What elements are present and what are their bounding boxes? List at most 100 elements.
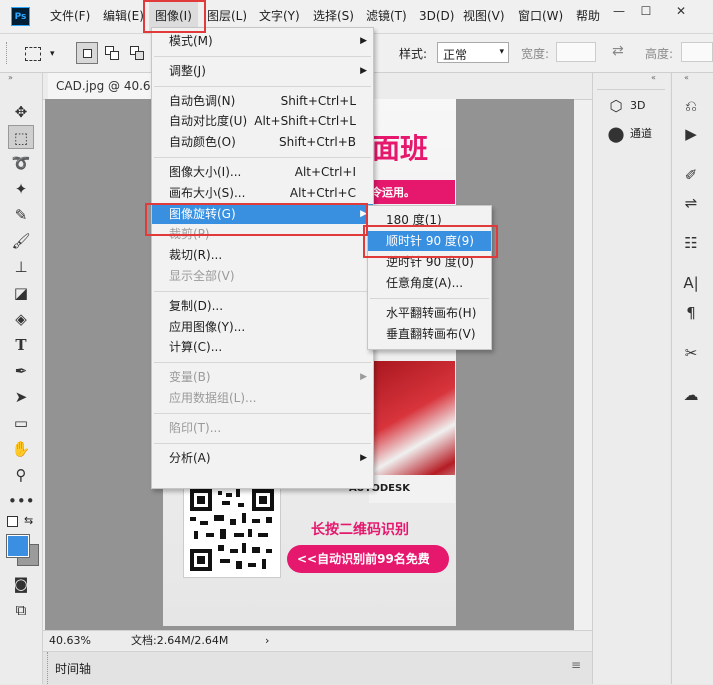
poster-pill-label: <<自动识别前99名免费 (297, 552, 430, 566)
image-menu-item[interactable]: 图像旋转(G) ▶ (152, 203, 373, 224)
image-menu-item[interactable]: 自动色调(N) Shift+Ctrl+L (152, 91, 373, 111)
type-tool-icon[interactable]: T (8, 333, 34, 357)
rotate-submenu-item[interactable]: 垂直翻转画布(V) (368, 324, 491, 344)
add-selection-button[interactable] (101, 42, 123, 64)
maximize-icon[interactable]: ☐ (633, 4, 659, 18)
menu-item-label: 应用数据组(L)... (169, 391, 257, 405)
rotate-submenu-item[interactable]: 180 度(1) (368, 210, 491, 230)
menu-separator (154, 290, 371, 292)
rotate-submenu-item[interactable]: 逆时针 90 度(0) (368, 252, 491, 272)
chevron-down-icon[interactable]: ▾ (50, 49, 55, 59)
menu-item-label: 顺时针 90 度(9) (386, 234, 474, 248)
properties-icon[interactable]: ☷ (680, 231, 702, 255)
marquee-tool-icon[interactable]: ⬚ (8, 125, 34, 149)
pen-tool-icon[interactable]: ✒ (8, 359, 34, 383)
brush-settings-icon[interactable]: ✐ (680, 163, 702, 187)
style-select[interactable]: 正常 ▾ (437, 42, 509, 63)
image-menu-item[interactable]: 自动对比度(U) Alt+Shift+Ctrl+L (152, 111, 373, 131)
magic-wand-icon[interactable]: ✦ (8, 177, 34, 201)
width-label: 宽度: (521, 47, 550, 61)
panel-dock-1: « ⬡ 3D ⬤ 通道 (592, 73, 670, 684)
height-input[interactable] (681, 42, 713, 62)
width-input[interactable] (556, 42, 596, 62)
eraser-tool-icon[interactable]: ◪ (8, 281, 34, 305)
subtract-selection-button[interactable] (126, 42, 148, 64)
menu-item-label: 图像大小(I)... (169, 165, 242, 179)
screen-mode-icon[interactable]: ⧉ (8, 598, 34, 622)
menu-item-label: 180 度(1) (386, 213, 442, 227)
minimize-icon[interactable]: — (606, 4, 632, 18)
collapse-icon[interactable]: « (651, 73, 656, 82)
style-label: 样式: (399, 47, 428, 61)
timeline-label[interactable]: 时间轴 (55, 660, 91, 677)
paragraph-icon[interactable]: ¶ (680, 301, 702, 325)
image-menu-item[interactable]: 模式(M) ▶ (152, 31, 373, 51)
rotate-submenu-item[interactable]: 顺时针 90 度(9) (368, 231, 491, 251)
cube-icon[interactable]: ⬡ (605, 94, 627, 118)
poster-cta: 长按二维码识别 (311, 522, 409, 538)
marquee-preset-icon[interactable] (22, 42, 44, 64)
rectangle-tool-icon[interactable]: ▭ (8, 411, 34, 435)
status-arrow-icon[interactable]: › (265, 631, 269, 650)
history-icon[interactable]: ⎌ (680, 94, 702, 118)
creative-cloud-icon[interactable]: ☁ (680, 383, 702, 407)
document-tab-title: CAD.jpg @ 40.6% (56, 79, 162, 93)
panel-menu-icon[interactable]: ≡ (571, 658, 581, 672)
collapse-icon[interactable]: » (8, 73, 13, 82)
eyedropper-icon[interactable]: ✎ (8, 203, 34, 227)
image-menu-item[interactable]: 应用图像(Y)... (152, 317, 373, 337)
image-menu-item[interactable]: 画布大小(S)... Alt+Ctrl+C (152, 183, 373, 203)
channels-icon[interactable]: ⬤ (605, 122, 627, 146)
path-select-icon[interactable]: ➤ (8, 385, 34, 409)
swap-colors-icon[interactable]: ⇆ (24, 514, 33, 527)
image-menu-item[interactable]: 调整(J) ▶ (152, 61, 373, 81)
image-menu-item[interactable]: 分析(A) ▶ (152, 448, 373, 468)
panel-3d-label[interactable]: 3D (630, 94, 645, 118)
menu-separator (154, 362, 371, 364)
adjustments-icon[interactable]: ⇌ (680, 191, 702, 215)
image-menu-item[interactable]: 自动颜色(O) Shift+Ctrl+B (152, 132, 373, 152)
photoshop-logo-icon: Ps (11, 7, 30, 26)
foreground-color-swatch[interactable] (6, 534, 30, 558)
menu-window[interactable]: 窗口(W) (512, 0, 569, 33)
zoom-level[interactable]: 40.63% (49, 631, 91, 650)
default-colors-icon[interactable] (7, 516, 18, 527)
rotate-submenu-item[interactable]: 水平翻转画布(H) (368, 303, 491, 323)
menu-item-label: 自动色调(N) (169, 93, 236, 108)
image-menu-item[interactable]: 计算(C)... (152, 337, 373, 357)
menu-item-label: 计算(C)... (169, 340, 223, 355)
close-icon[interactable]: ✕ (668, 4, 694, 18)
menu-item-label: 模式(M) (169, 34, 213, 48)
hand-tool-icon[interactable]: ✋ (8, 437, 34, 461)
image-menu-item[interactable]: 复制(D)... (152, 296, 373, 316)
menu-3d[interactable]: 3D(D) (413, 0, 460, 33)
play-actions-icon[interactable]: ▶ (680, 122, 702, 146)
submenu-arrow-icon: ▶ (360, 208, 367, 219)
menu-file[interactable]: 文件(F) (44, 0, 96, 33)
menu-view[interactable]: 视图(V) (457, 0, 511, 33)
new-selection-button[interactable] (76, 42, 98, 64)
menu-item-label: 调整(J) (169, 63, 206, 78)
image-menu-item[interactable]: 裁切(R)... (152, 245, 373, 265)
more-tools-icon[interactable]: ••• (8, 489, 35, 513)
menu-help[interactable]: 帮助 (570, 0, 606, 33)
zoom-tool-icon[interactable]: ⚲ (8, 463, 34, 487)
tools-icon[interactable]: ✂ (680, 341, 702, 365)
move-tool-icon[interactable]: ✥ (8, 100, 34, 124)
paint-bucket-icon[interactable]: ◈ (8, 307, 34, 331)
brush-tool-icon[interactable]: 🖌 (8, 229, 34, 253)
quick-mask-icon[interactable]: ◙ (8, 572, 34, 596)
swap-arrows-icon[interactable]: ⇄ (612, 43, 624, 59)
menu-item-label: 任意角度(A)... (386, 276, 464, 290)
rotate-submenu-item[interactable]: 任意角度(A)... (368, 273, 491, 293)
menu-item-label: 水平翻转画布(H) (386, 306, 477, 320)
stamp-tool-icon[interactable]: ⊥ (8, 255, 34, 279)
character-icon[interactable]: A| (680, 271, 702, 295)
lasso-tool-icon[interactable]: ➰ (8, 151, 34, 175)
panel-channels-label[interactable]: 通道 (630, 122, 652, 146)
menu-edit[interactable]: 编辑(E) (97, 0, 150, 33)
menu-item-label: 裁剪(P) (169, 227, 210, 242)
image-menu-item[interactable]: 图像大小(I)... Alt+Ctrl+I (152, 162, 373, 182)
menu-item-label: 图像旋转(G) (169, 206, 236, 221)
collapse-icon[interactable]: « (684, 73, 689, 82)
